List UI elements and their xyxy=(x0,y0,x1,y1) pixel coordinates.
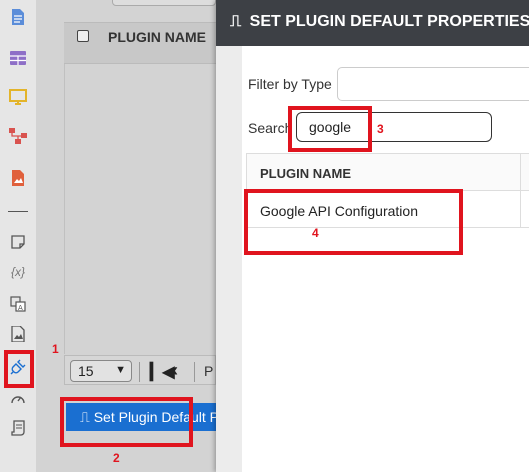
dialog-header: ⎍ SET PLUGIN DEFAULT PROPERTIES xyxy=(216,0,529,46)
sidebar-divider xyxy=(8,211,28,212)
first-page-icon[interactable]: ▎◀ xyxy=(150,362,175,382)
monitor-icon[interactable] xyxy=(9,88,27,106)
dialog-left-strip xyxy=(216,0,242,472)
note-icon[interactable] xyxy=(9,233,27,251)
svg-text:A: A xyxy=(18,304,23,312)
annotation-box-4 xyxy=(244,189,463,255)
chevron-down-icon: ▼ xyxy=(115,364,126,376)
annotation-box-2 xyxy=(60,397,193,447)
icon-sidebar: {x} A xyxy=(0,0,36,472)
annotation-label-4: 4 xyxy=(312,226,319,240)
annotation-label-3: 3 xyxy=(377,122,384,136)
scroll-icon[interactable] xyxy=(9,419,27,437)
image-icon[interactable] xyxy=(9,169,27,187)
dialog-title: SET PLUGIN DEFAULT PROPERTIES xyxy=(249,13,529,30)
annotation-box-1 xyxy=(4,350,34,388)
translate-icon[interactable]: A xyxy=(9,295,27,313)
plug-icon: ⎍ xyxy=(230,13,242,30)
pager-divider xyxy=(139,362,140,382)
annotation-box-3 xyxy=(288,106,372,152)
filter-by-type-label: Filter by Type xyxy=(248,76,332,92)
annotation-label-1: 1 xyxy=(52,342,59,356)
plugin-name-column-header[interactable]: PLUGIN NAME xyxy=(247,154,529,191)
previous-page-icon[interactable]: ‹ xyxy=(172,360,178,381)
background-input xyxy=(112,0,216,6)
page-size-value: 15 xyxy=(78,363,94,379)
filter-by-type-input[interactable] xyxy=(337,67,529,101)
search-label: Search xyxy=(248,120,293,136)
background-table-body xyxy=(64,64,216,354)
select-all-checkbox[interactable] xyxy=(77,30,89,42)
picture-icon[interactable] xyxy=(9,325,27,343)
gauge-icon[interactable] xyxy=(9,389,27,407)
hierarchy-icon[interactable] xyxy=(9,127,27,145)
page-size-select[interactable]: 15 ▼ xyxy=(70,360,132,382)
document-icon[interactable] xyxy=(9,8,27,26)
table-icon[interactable] xyxy=(9,49,27,67)
background-column-header: PLUGIN NAME xyxy=(108,29,206,45)
variable-icon[interactable]: {x} xyxy=(7,263,29,281)
page-label: P xyxy=(204,363,214,379)
annotation-label-2: 2 xyxy=(113,451,120,465)
pager-divider xyxy=(194,362,195,382)
